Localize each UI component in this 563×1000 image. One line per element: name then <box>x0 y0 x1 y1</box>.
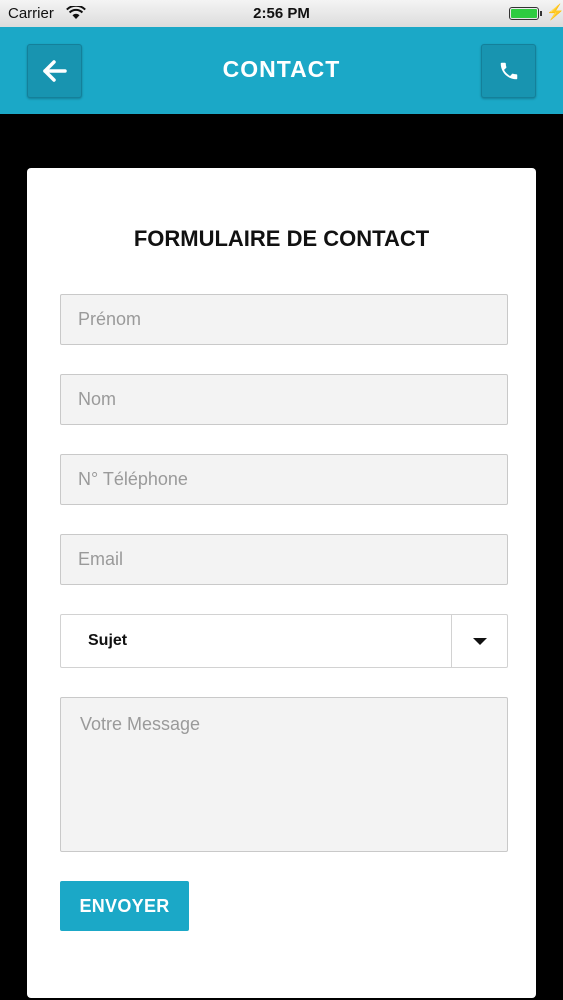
first-name-input[interactable] <box>78 309 507 330</box>
status-bar: Carrier 2:56 PM ⚡ <box>0 0 563 27</box>
contact-form-card: FORMULAIRE DE CONTACT Sujet ENVOYER <box>27 168 536 998</box>
last-name-field[interactable] <box>60 374 508 425</box>
app-header: CONTACT <box>0 27 563 114</box>
battery-tip <box>540 11 542 16</box>
last-name-input[interactable] <box>78 389 507 410</box>
phone-field[interactable] <box>60 454 508 505</box>
battery-icon <box>509 7 539 20</box>
subject-select[interactable]: Sujet <box>60 614 508 668</box>
first-name-field[interactable] <box>60 294 508 345</box>
phone-icon <box>500 62 517 80</box>
email-field[interactable] <box>60 534 508 585</box>
clock: 2:56 PM <box>253 5 310 22</box>
subject-dropdown-toggle[interactable] <box>451 615 507 667</box>
page-title: CONTACT <box>222 56 341 82</box>
phone-input[interactable] <box>78 469 507 490</box>
send-button[interactable]: ENVOYER <box>60 881 189 931</box>
subject-selected-value: Sujet <box>88 632 128 649</box>
form-title: FORMULAIRE DE CONTACT <box>133 226 430 251</box>
call-button[interactable] <box>481 44 536 98</box>
charging-icon: ⚡ <box>546 4 563 21</box>
message-field[interactable] <box>60 697 508 852</box>
message-textarea[interactable] <box>80 714 488 835</box>
email-input[interactable] <box>78 549 507 570</box>
caret-down-icon <box>472 637 487 645</box>
